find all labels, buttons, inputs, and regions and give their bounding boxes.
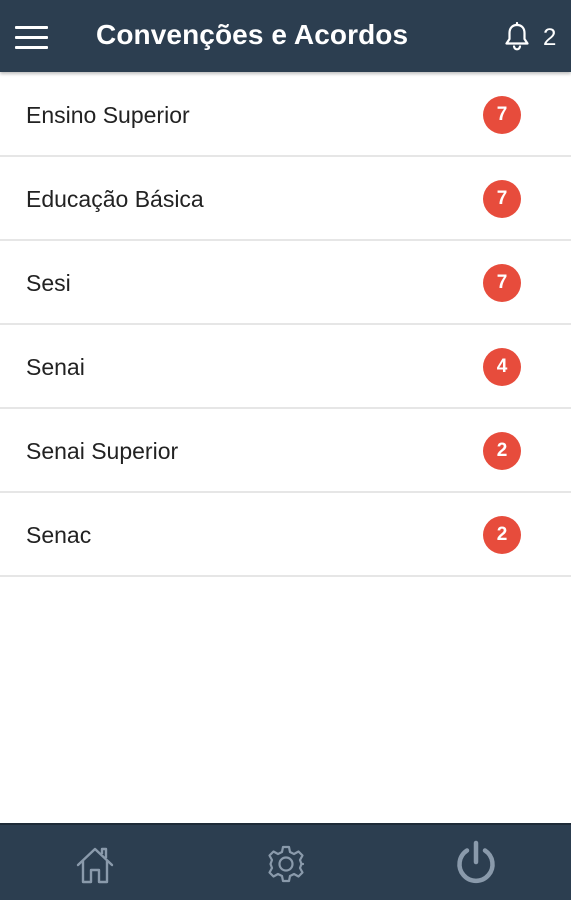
settings-button[interactable]: [226, 825, 346, 900]
count-badge: 2: [483, 516, 521, 554]
list-item-label: Sesi: [26, 270, 71, 296]
list-item[interactable]: Ensino Superior 7: [0, 73, 571, 157]
list-item[interactable]: Senac 2: [0, 493, 571, 577]
count-badge: 4: [483, 348, 521, 386]
count-badge: 7: [483, 180, 521, 218]
list-item-label: Senai Superior: [26, 438, 179, 464]
page-title: Convenções e Acordos: [96, 19, 409, 50]
list-item-label: Ensino Superior: [26, 102, 190, 128]
list-item[interactable]: Senai Superior 2: [0, 409, 571, 493]
gear-icon: [268, 845, 305, 883]
list-item-label: Educação Básica: [26, 186, 204, 212]
count-badge: 7: [483, 264, 521, 302]
count-badge: 7: [483, 96, 521, 134]
menu-bar-line: [15, 26, 48, 29]
home-button[interactable]: [35, 825, 155, 900]
agreements-list: Ensino Superior 7 Educação Básica 7 Sesi…: [0, 73, 571, 577]
app-bar: Convenções e Acordos 2: [0, 0, 571, 72]
bell-icon: [505, 22, 529, 51]
menu-bar-line: [15, 46, 48, 49]
list-item[interactable]: Sesi 7: [0, 241, 571, 325]
notification-count: 2: [543, 24, 557, 51]
notifications-button[interactable]: 2: [503, 22, 563, 52]
list-item[interactable]: Educação Básica 7: [0, 157, 571, 241]
count-badge: 2: [483, 432, 521, 470]
menu-bar-line: [15, 36, 48, 39]
hamburger-menu-icon[interactable]: [15, 26, 48, 50]
power-icon: [457, 840, 495, 884]
list-item-label: Senac: [26, 522, 92, 548]
list-item[interactable]: Senai 4: [0, 325, 571, 409]
list-item-label: Senai: [26, 354, 85, 380]
home-icon: [76, 847, 114, 884]
power-button[interactable]: [416, 825, 536, 900]
bottom-nav-bar: [0, 823, 571, 900]
